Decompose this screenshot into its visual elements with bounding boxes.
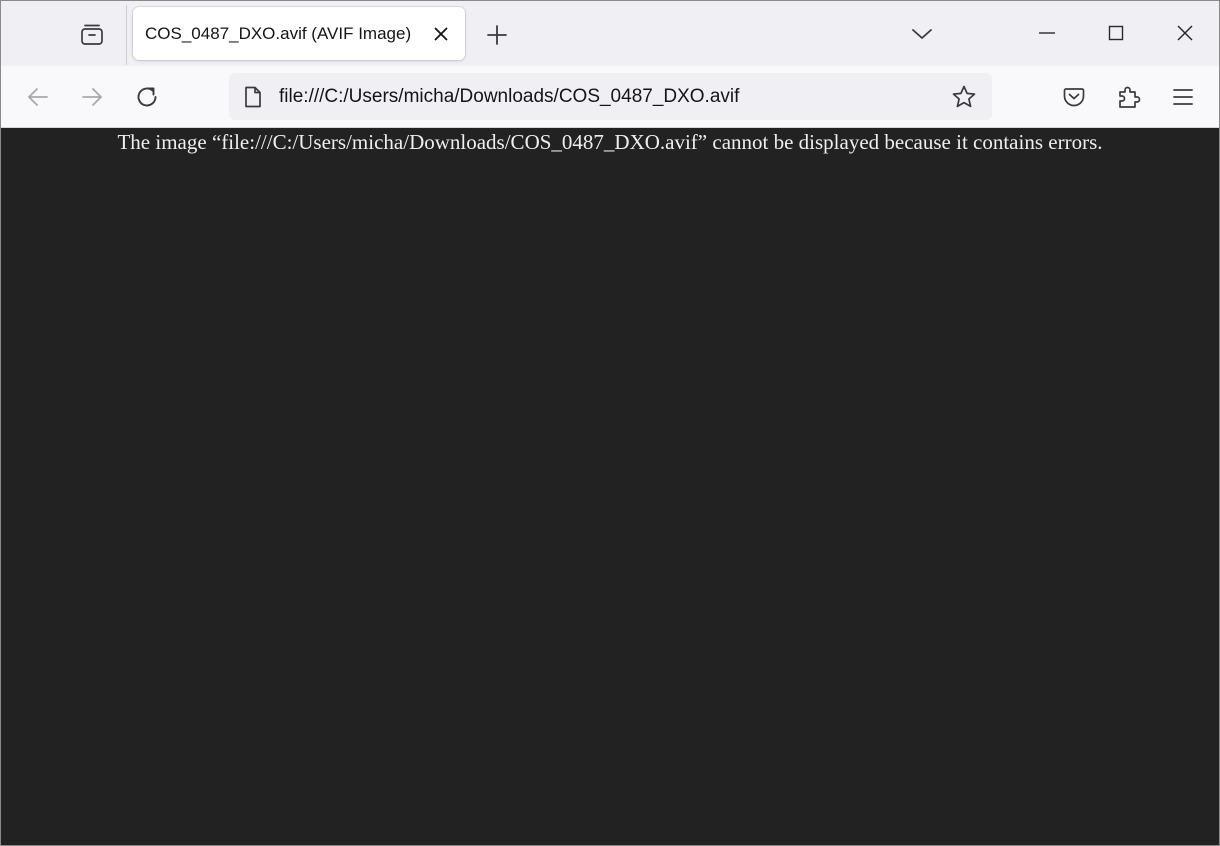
close-icon [1176,24,1194,42]
tab-divider [126,5,127,65]
tab-strip: COS_0487_DXO.avif (AVIF Image) [1,1,1219,66]
url-text[interactable]: file:///C:/Users/micha/Downloads/COS_048… [279,86,739,108]
tab-sidebar-icon [79,23,105,47]
forward-button[interactable] [74,79,110,115]
tab-active[interactable]: COS_0487_DXO.avif (AVIF Image) [133,7,465,60]
url-bar[interactable]: file:///C:/Users/micha/Downloads/COS_048… [229,73,992,120]
arrow-left-icon [26,85,50,109]
maximize-button[interactable] [1082,1,1150,65]
tab-close-button[interactable] [427,21,455,47]
chevron-down-icon [911,27,933,41]
tab-title: COS_0487_DXO.avif (AVIF Image) [145,24,412,43]
puzzle-icon [1116,84,1142,110]
list-all-tabs-button[interactable] [903,17,941,51]
navigation-toolbar: file:///C:/Users/micha/Downloads/COS_048… [1,66,1219,128]
image-error-message: The image “file:///C:/Users/micha/Downlo… [117,130,1103,154]
pocket-button[interactable] [1056,79,1092,115]
close-window-button[interactable] [1151,1,1219,65]
maximize-icon [1107,24,1125,42]
menu-button[interactable] [1165,79,1201,115]
close-icon [433,26,449,42]
hamburger-icon [1172,87,1194,107]
minimize-icon [1038,24,1056,42]
arrow-right-icon [80,85,104,109]
pocket-icon [1062,85,1086,109]
browser-window: COS_0487_DXO.avif (AVIF Image) file:///C… [0,0,1220,846]
new-tab-button[interactable] [479,17,515,53]
plus-icon [486,24,508,46]
page-icon [241,85,265,109]
reload-button[interactable] [129,79,165,115]
back-button[interactable] [20,79,56,115]
page-content: The image “file:///C:/Users/micha/Downlo… [1,128,1219,845]
reload-icon [134,84,160,110]
star-icon[interactable] [951,84,977,110]
minimize-button[interactable] [1013,1,1081,65]
tab-sidebar-button[interactable] [71,15,113,55]
extensions-button[interactable] [1111,79,1147,115]
